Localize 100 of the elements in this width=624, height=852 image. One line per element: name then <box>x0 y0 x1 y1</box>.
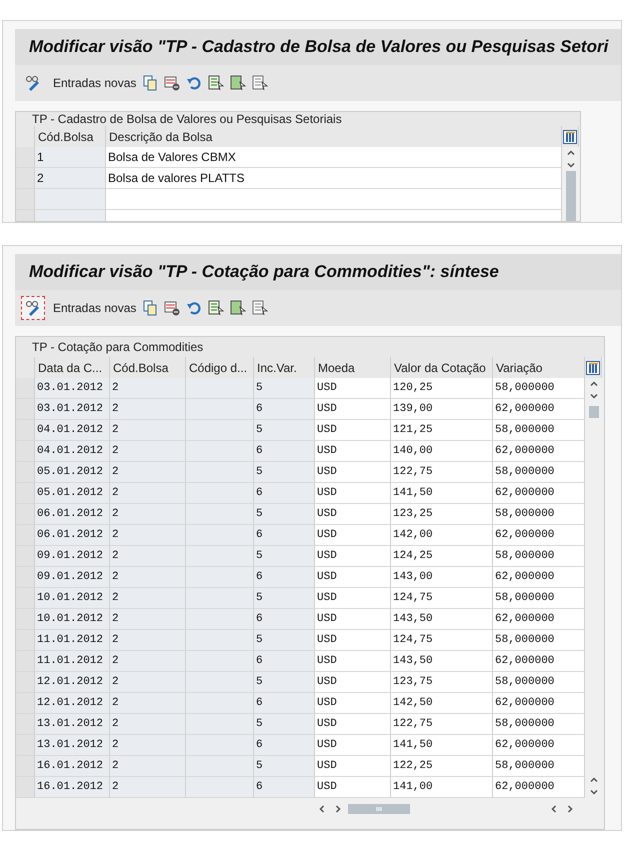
table-cell: 123,75 <box>391 672 493 693</box>
row-selector[interactable] <box>16 651 35 672</box>
table-cell: 124,75 <box>391 588 493 609</box>
column-header[interactable]: Inc.Var. <box>254 357 315 378</box>
table-cell: 5 <box>254 504 315 525</box>
table-cell: 122,75 <box>391 714 493 735</box>
table-cell: 13.01.2012 <box>35 714 110 735</box>
row-selector[interactable] <box>16 441 35 462</box>
table-cell: Bolsa de Valores CBMX <box>106 147 562 168</box>
table-cell: 58,000000 <box>493 714 585 735</box>
table-cell: USD <box>315 651 391 672</box>
table-cell: 2 <box>110 630 186 651</box>
select-block-icon[interactable] <box>230 75 246 91</box>
table-cell: 62,000000 <box>493 651 585 672</box>
column-header[interactable]: Data da C... <box>35 357 110 378</box>
row-selector[interactable] <box>16 399 35 420</box>
deselect-all-icon[interactable] <box>252 300 268 316</box>
select-all-icon[interactable] <box>208 300 224 316</box>
table-cell: 2 <box>110 735 186 756</box>
screen-title: Modificar visão "TP - Cotação para Commodities": síntese <box>29 262 499 282</box>
table-cell: 62,000000 <box>493 735 585 756</box>
horizontal-scroll-thumb[interactable] <box>348 804 410 814</box>
column-header[interactable]: Cód.Bolsa <box>110 357 186 378</box>
table-cell: USD <box>315 567 391 588</box>
select-block-icon[interactable] <box>230 300 246 316</box>
table-cell: 140,00 <box>391 441 493 462</box>
table-cell: 62,000000 <box>493 567 585 588</box>
table-cell: 5 <box>254 462 315 483</box>
table-cell: 11.01.2012 <box>35 651 110 672</box>
copy-icon[interactable] <box>142 75 158 91</box>
table-cell: 123,25 <box>391 504 493 525</box>
undo-icon[interactable] <box>186 300 202 316</box>
table-cell: 62,000000 <box>493 609 585 630</box>
table-cell: 5 <box>254 420 315 441</box>
row-selector[interactable] <box>16 462 35 483</box>
row-selector[interactable] <box>16 672 35 693</box>
undo-icon[interactable] <box>186 75 202 91</box>
scroll-thumb[interactable] <box>588 406 598 418</box>
column-header[interactable]: Cód.Bolsa <box>35 126 106 147</box>
row-selector[interactable] <box>16 189 35 210</box>
column-settings-icon[interactable] <box>563 130 577 144</box>
column-header[interactable]: Código d... <box>186 357 254 378</box>
new-entries-button[interactable]: Entradas novas <box>21 71 136 95</box>
row-selector[interactable] <box>16 735 35 756</box>
column-header[interactable]: Descrição da Bolsa <box>106 126 562 147</box>
row-selector[interactable] <box>16 777 35 798</box>
scroll-thumb[interactable] <box>566 171 576 221</box>
table-cell: 143,00 <box>391 567 493 588</box>
table-cell: 16.01.2012 <box>35 756 110 777</box>
table-cell: 58,000000 <box>493 672 585 693</box>
row-selector[interactable] <box>16 147 35 168</box>
column-header[interactable]: Valor da Cotação <box>391 357 493 378</box>
row-selector[interactable] <box>16 756 35 777</box>
table-cell: 04.01.2012 <box>35 441 110 462</box>
delete-row-icon[interactable] <box>164 75 180 91</box>
deselect-all-icon[interactable] <box>252 75 268 91</box>
table-cell: 2 <box>110 546 186 567</box>
row-selector[interactable] <box>16 609 35 630</box>
table-cell: 2 <box>110 588 186 609</box>
table-cell: 12.01.2012 <box>35 693 110 714</box>
table-title: TP - Cotação para Commodities <box>16 337 604 357</box>
table-cell: USD <box>315 672 391 693</box>
delete-row-icon[interactable] <box>164 300 180 316</box>
table-cell: 2 <box>110 441 186 462</box>
table-cell: 122,75 <box>391 462 493 483</box>
select-all-icon[interactable] <box>208 75 224 91</box>
table-cell: 62,000000 <box>493 693 585 714</box>
table-cell: 6 <box>254 777 315 798</box>
row-selector[interactable] <box>16 546 35 567</box>
table-cell: 62,000000 <box>493 483 585 504</box>
table-cell: 124,25 <box>391 546 493 567</box>
row-selector[interactable] <box>16 378 35 399</box>
row-selector[interactable] <box>16 168 35 189</box>
table-cell: 11.01.2012 <box>35 630 110 651</box>
row-selector[interactable] <box>16 525 35 546</box>
row-selector[interactable] <box>16 420 35 441</box>
row-selector[interactable] <box>16 630 35 651</box>
table-cell: USD <box>315 630 391 651</box>
row-selector[interactable] <box>16 483 35 504</box>
table-cell: 06.01.2012 <box>35 525 110 546</box>
table-cell: 2 <box>110 399 186 420</box>
table-cell: 58,000000 <box>493 378 585 399</box>
row-selector[interactable] <box>16 714 35 735</box>
table-cell: 62,000000 <box>493 441 585 462</box>
row-selector[interactable] <box>16 567 35 588</box>
table-cell: 2 <box>110 756 186 777</box>
table-cell: 58,000000 <box>493 462 585 483</box>
row-selector[interactable] <box>16 588 35 609</box>
new-entries-button[interactable]: Entradas novas <box>21 296 136 320</box>
row-selector[interactable] <box>16 504 35 525</box>
column-header[interactable]: Moeda <box>315 357 391 378</box>
table-cell: USD <box>315 735 391 756</box>
column-settings-icon[interactable] <box>586 360 600 374</box>
table-cell: 1 <box>35 147 106 168</box>
copy-icon[interactable] <box>142 300 158 316</box>
table-cell: 16.01.2012 <box>35 777 110 798</box>
row-selector[interactable] <box>16 693 35 714</box>
column-header[interactable]: Variação <box>493 357 585 378</box>
glasses-pencil-icon <box>25 75 41 91</box>
table-cell: 05.01.2012 <box>35 462 110 483</box>
